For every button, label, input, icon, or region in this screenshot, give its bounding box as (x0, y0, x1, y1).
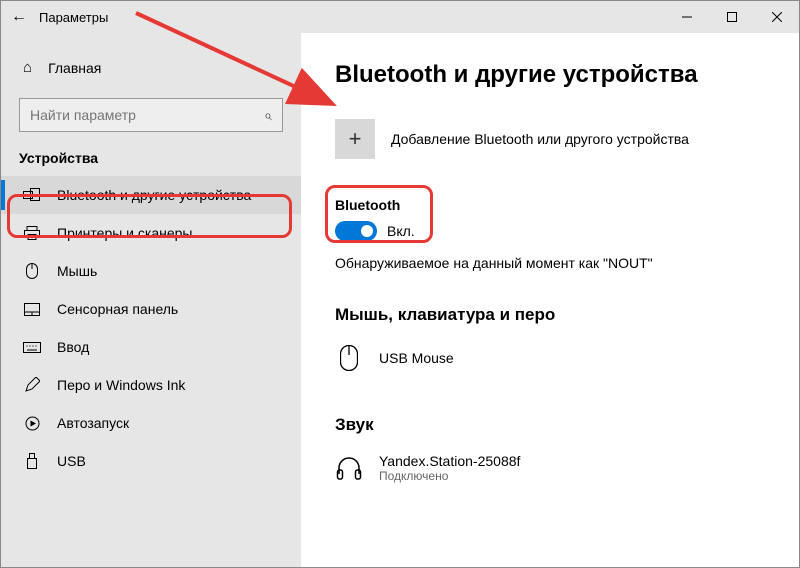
sidebar-item-autoplay[interactable]: Автозапуск (1, 404, 301, 442)
bluetooth-section: Bluetooth Вкл. (335, 189, 799, 241)
toggle-knob (361, 225, 373, 237)
sidebar-item-label: Автозапуск (57, 415, 129, 431)
sidebar-item-label: Ввод (57, 339, 89, 355)
section-audio: Звук (335, 415, 799, 435)
bluetooth-toggle[interactable] (335, 221, 377, 241)
back-button[interactable]: ← (11, 8, 27, 26)
pen-icon (23, 377, 41, 393)
sidebar-item-usb[interactable]: USB (1, 442, 301, 480)
sidebar-item-label: USB (57, 453, 86, 469)
settings-window: ← Параметры ⌂ Главная ⌕ Устрой (0, 0, 800, 568)
bluetooth-state: Вкл. (387, 223, 415, 239)
page-title: Bluetooth и другие устройства (335, 61, 799, 89)
window-title: Параметры (39, 10, 108, 25)
sidebar-item-pen[interactable]: Перо и Windows Ink (1, 366, 301, 404)
sidebar-item-label: Мышь (57, 263, 97, 279)
device-name: USB Mouse (379, 350, 454, 366)
search-input[interactable] (30, 107, 236, 123)
sidebar-item-touchpad[interactable]: Сенсорная панель (1, 290, 301, 328)
device-info: Yandex.Station-25088f Подключено (379, 453, 520, 483)
sidebar-category: Устройства (1, 146, 301, 176)
sidebar-item-bluetooth[interactable]: Bluetooth и другие устройства (1, 176, 301, 214)
add-device-button[interactable]: + Добавление Bluetooth или другого устро… (335, 119, 799, 159)
device-name: Yandex.Station-25088f (379, 453, 520, 469)
plus-icon: + (335, 119, 375, 159)
usb-icon (23, 453, 41, 469)
titlebar-left: ← Параметры (11, 8, 108, 26)
window-controls (664, 1, 799, 33)
sidebar-item-typing[interactable]: Ввод (1, 328, 301, 366)
titlebar: ← Параметры (1, 1, 799, 33)
section-mouse-keyboard-pen: Мышь, клавиатура и перо (335, 305, 799, 325)
add-device-label: Добавление Bluetooth или другого устройс… (391, 131, 689, 147)
sidebar: ⌂ Главная ⌕ Устройства Bluetooth и други… (1, 33, 301, 567)
sidebar-home[interactable]: ⌂ Главная (1, 51, 301, 84)
mouse-device-icon (335, 343, 363, 373)
sidebar-item-mouse[interactable]: Мышь (1, 252, 301, 290)
device-usb-mouse[interactable]: USB Mouse (335, 337, 799, 391)
minimize-icon (682, 12, 692, 22)
close-button[interactable] (754, 1, 799, 33)
sidebar-item-label: Перо и Windows Ink (57, 377, 185, 393)
printer-icon (23, 226, 41, 240)
sidebar-item-label: Bluetooth и другие устройства (57, 187, 251, 203)
headphones-icon (335, 453, 363, 483)
device-yandex-station[interactable]: Yandex.Station-25088f Подключено (335, 447, 799, 501)
sidebar-item-label: Сенсорная панель (57, 301, 178, 317)
home-label: Главная (48, 60, 101, 76)
autoplay-icon (23, 416, 41, 431)
home-icon: ⌂ (23, 59, 32, 76)
main-panel: Bluetooth и другие устройства + Добавлен… (301, 33, 799, 567)
keyboard-icon (23, 342, 41, 353)
discoverable-text: Обнаруживаемое на данный момент как "NOU… (335, 255, 799, 271)
device-status: Подключено (379, 469, 520, 483)
sidebar-item-printers[interactable]: Принтеры и сканеры (1, 214, 301, 252)
bluetooth-toggle-row: Вкл. (335, 221, 799, 241)
minimize-button[interactable] (664, 1, 709, 33)
sidebar-item-label: Принтеры и сканеры (57, 225, 192, 241)
maximize-button[interactable] (709, 1, 754, 33)
touchpad-icon (23, 303, 41, 316)
maximize-icon (727, 12, 737, 22)
search-icon: ⌕ (264, 107, 272, 124)
search-box[interactable]: ⌕ (19, 98, 283, 132)
devices-icon (23, 188, 41, 202)
close-icon (772, 12, 782, 22)
mouse-icon (23, 263, 41, 279)
content-area: ⌂ Главная ⌕ Устройства Bluetooth и други… (1, 33, 799, 567)
bluetooth-label: Bluetooth (335, 197, 799, 213)
